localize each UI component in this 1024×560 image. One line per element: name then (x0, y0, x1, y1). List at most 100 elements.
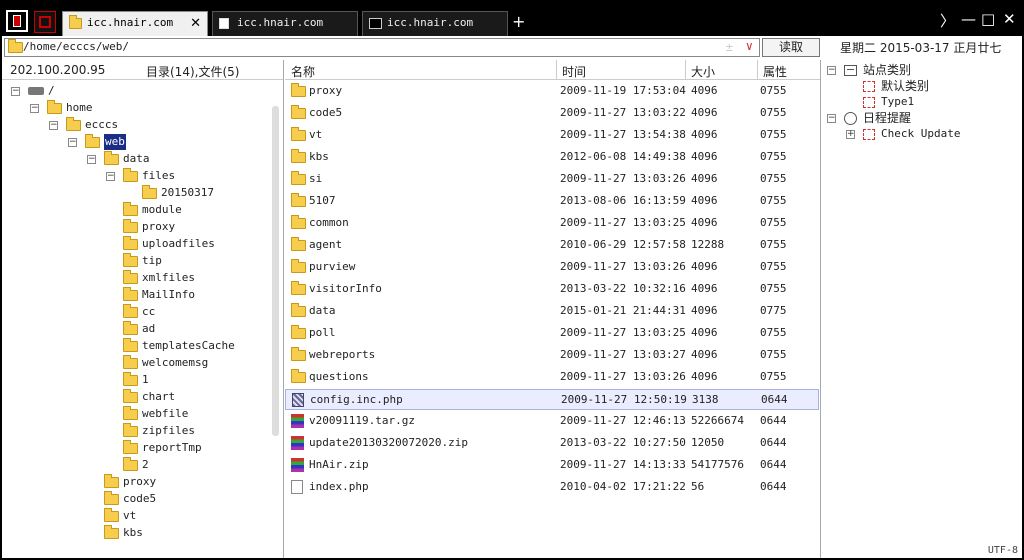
file-row[interactable]: 5107 2013-08-06 16:13:59 4096 0755 (285, 191, 819, 212)
file-name: poll (309, 326, 336, 339)
column-attr[interactable]: 属性 (763, 63, 787, 80)
site-tree-node[interactable]: Type1 (863, 94, 914, 110)
tree-node[interactable]: tip (123, 252, 162, 270)
column-name[interactable]: 名称 (291, 63, 315, 80)
tree-node[interactable]: templatesCache (123, 337, 235, 355)
maximize-icon[interactable]: □ (981, 10, 995, 28)
file-name: v20091119.tar.gz (309, 414, 415, 427)
address-bar[interactable]: /home/ecccs/web/ ± ∨ (4, 38, 760, 57)
file-row[interactable]: common 2009-11-27 13:03:25 4096 0755 (285, 213, 819, 234)
app-logo-icon[interactable] (6, 10, 28, 32)
folder-icon (291, 259, 306, 273)
tree-node[interactable]: 20150317 (142, 184, 214, 202)
file-time: 2009-11-27 13:03:25 (560, 216, 686, 229)
site-tree-node[interactable]: 默认类别 (863, 78, 929, 94)
folder-icon (291, 325, 306, 339)
site-tree-node[interactable]: − 站点类别 (827, 62, 911, 78)
file-name: si (309, 172, 323, 185)
close-window-icon[interactable]: ✕ (1003, 10, 1016, 28)
tree-node[interactable]: chart (123, 388, 175, 406)
chevron-down-icon[interactable]: ∨ (746, 39, 753, 53)
column-time[interactable]: 时间 (562, 63, 586, 80)
tab-folder[interactable]: icc.hnair.com ✕ (62, 11, 208, 36)
collapse-icon[interactable]: − (87, 155, 96, 164)
tab-document[interactable]: icc.hnair.com (212, 11, 358, 36)
collapse-icon[interactable]: − (49, 121, 58, 130)
date-info: 星期二 2015-03-17 正月廿七 (840, 41, 1002, 55)
tree-node[interactable]: webfile (123, 405, 188, 423)
file-name: config.inc.php (310, 393, 403, 406)
tree-node[interactable]: MailInfo (123, 286, 195, 304)
tree-node[interactable]: 1 (123, 371, 149, 389)
tree-node[interactable]: vt (104, 507, 136, 525)
file-row[interactable]: update20130320072020.zip 2013-03-22 10:27… (285, 433, 819, 454)
tree-node[interactable]: module (123, 201, 182, 219)
file-name: kbs (309, 150, 329, 163)
chevron-right-icon[interactable]: 〉 (940, 10, 955, 31)
collapse-icon[interactable]: − (30, 104, 39, 113)
folder-icon (104, 524, 119, 539)
tree-node[interactable]: reportTmp (123, 439, 202, 457)
tree-node[interactable]: zipfiles (123, 422, 195, 440)
tree-node[interactable]: − web (68, 133, 126, 151)
tree-node[interactable]: − / (11, 83, 55, 100)
collapse-icon[interactable]: − (827, 66, 836, 75)
tree-node[interactable]: ad (123, 320, 155, 338)
file-row[interactable]: vt 2009-11-27 13:54:38 4096 0755 (285, 125, 819, 146)
minimize-icon[interactable]: — (961, 10, 976, 28)
read-button[interactable]: 读取 (762, 38, 820, 57)
file-name: HnAir.zip (309, 458, 369, 471)
tree-node[interactable]: − ecccs (49, 116, 118, 134)
tree-node[interactable]: xmlfiles (123, 269, 195, 287)
column-size[interactable]: 大小 (691, 63, 715, 80)
file-row[interactable]: HnAir.zip 2009-11-27 14:13:33 54177576 0644 (285, 455, 819, 476)
tree-node[interactable]: kbs (104, 524, 143, 542)
file-attr: 0755 (760, 84, 787, 97)
expand-icon[interactable]: + (846, 130, 855, 139)
tree-node[interactable]: proxy (104, 473, 156, 491)
collapse-icon[interactable]: − (11, 87, 20, 96)
file-row[interactable]: proxy 2009-11-19 17:53:04 4096 0755 (285, 81, 819, 102)
scrollbar[interactable] (272, 106, 279, 436)
file-row[interactable]: v20091119.tar.gz 2009-11-27 12:46:13 52266… (285, 411, 819, 432)
file-row[interactable]: purview 2009-11-27 13:03:26 4096 0755 (285, 257, 819, 278)
tree-node[interactable]: code5 (104, 490, 156, 508)
close-tab-icon[interactable]: ✕ (190, 16, 201, 31)
file-row[interactable]: si 2009-11-27 13:03:26 4096 0755 (285, 169, 819, 190)
file-row[interactable]: poll 2009-11-27 13:03:25 4096 0755 (285, 323, 819, 344)
adjust-icon[interactable]: ± (726, 40, 733, 54)
file-time: 2012-06-08 14:49:38 (560, 150, 686, 163)
collapse-icon[interactable]: − (827, 114, 836, 123)
tree-node-label: 20150317 (161, 186, 214, 199)
tree-node[interactable]: − data (87, 150, 150, 168)
file-row[interactable]: data 2015-01-21 21:44:31 4096 0775 (285, 301, 819, 322)
tree-node[interactable]: uploadfiles (123, 235, 215, 253)
folder-icon (85, 133, 100, 148)
tree-node[interactable]: cc (123, 303, 155, 321)
tree-node[interactable]: welcomemsg (123, 354, 208, 372)
site-tree-node[interactable]: + Check Update (846, 126, 960, 142)
new-tab-icon[interactable]: + (512, 12, 525, 31)
tree-node-label: proxy (142, 220, 176, 233)
site-tree-node[interactable]: − 日程提醒 (827, 110, 911, 126)
file-row[interactable]: index.php 2010-04-02 17:21:22 56 0644 (285, 477, 819, 498)
encoding-status: UTF-8 (987, 545, 1018, 556)
file-row[interactable]: agent 2010-06-29 12:57:58 12288 0755 (285, 235, 819, 256)
file-row[interactable]: visitorInfo 2013-03-22 10:32:16 4096 0755 (285, 279, 819, 300)
tree-node[interactable]: − files (106, 167, 175, 185)
file-row[interactable]: webreports 2009-11-27 13:03:27 4096 0755 (285, 345, 819, 366)
file-row[interactable]: config.inc.php 2009-11-27 12:50:19 3138 064… (285, 389, 819, 410)
file-row[interactable]: kbs 2012-06-08 14:49:38 4096 0755 (285, 147, 819, 168)
tree-node[interactable]: − home (30, 99, 93, 117)
file-row[interactable]: code5 2009-11-27 13:03:22 4096 0755 (285, 103, 819, 124)
tree-node-label: data (123, 152, 150, 165)
record-icon[interactable] (34, 11, 56, 33)
folder-icon (291, 215, 306, 229)
collapse-icon[interactable]: − (106, 172, 115, 181)
collapse-icon[interactable]: − (68, 138, 77, 147)
file-size: 52266674 (691, 414, 744, 427)
file-row[interactable]: questions 2009-11-27 13:03:26 4096 0755 (285, 367, 819, 388)
tree-node[interactable]: 2 (123, 456, 149, 474)
tab-terminal[interactable]: icc.hnair.com (362, 11, 508, 36)
tree-node[interactable]: proxy (123, 218, 176, 236)
